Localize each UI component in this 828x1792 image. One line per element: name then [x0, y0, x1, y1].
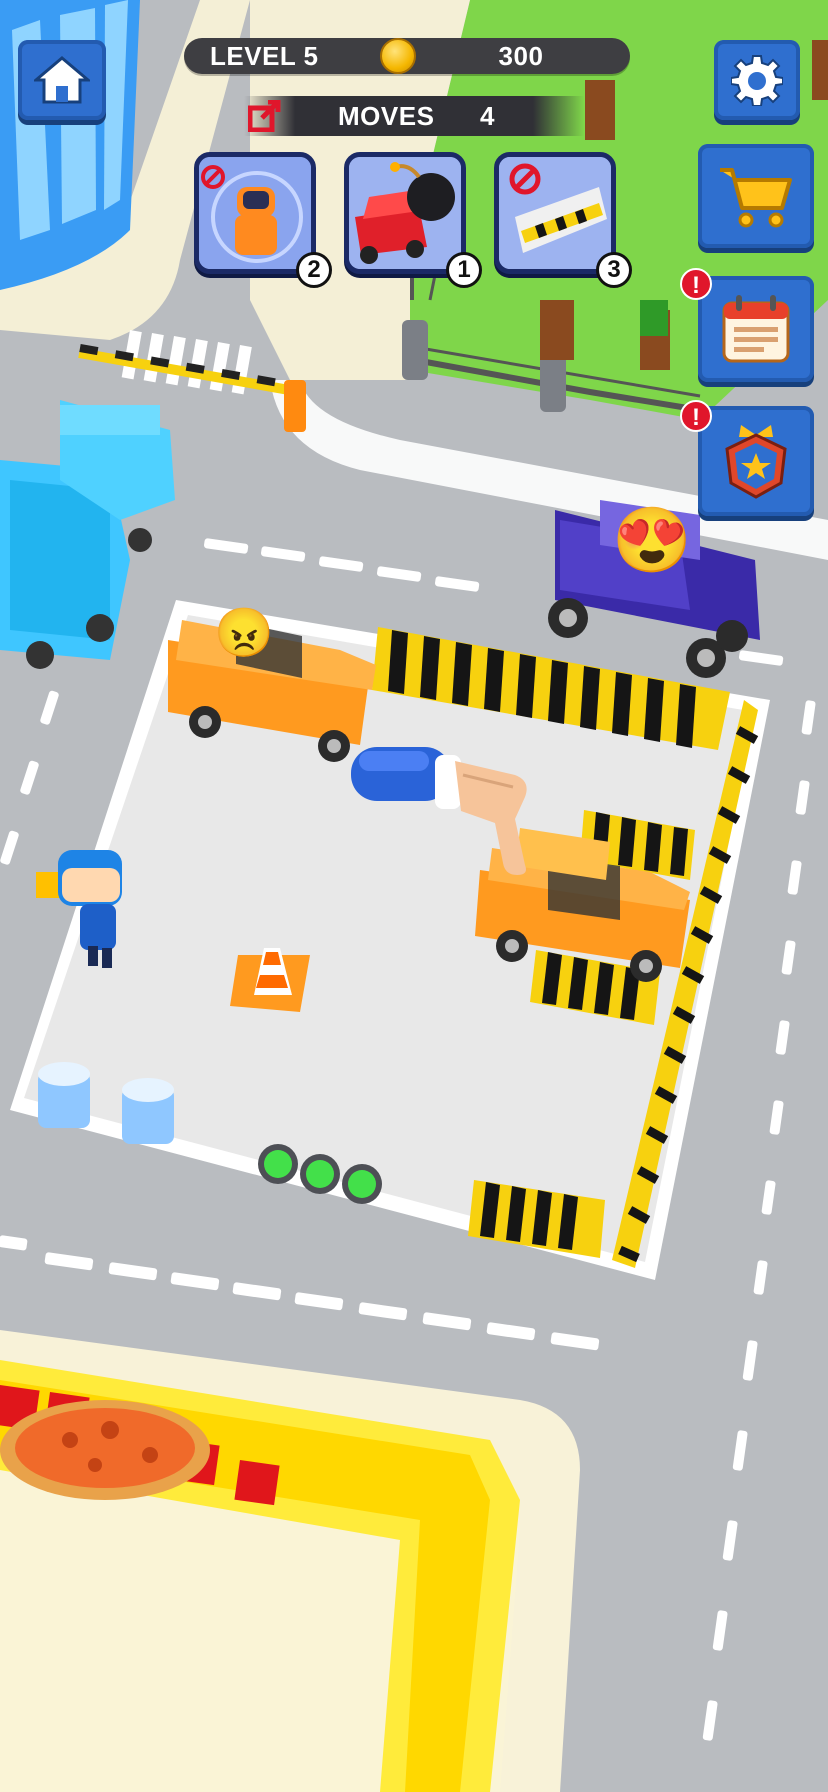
moves-bar: MOVES 4 — [244, 96, 584, 136]
no-barrier-icon — [499, 157, 611, 269]
coin-icon — [380, 38, 416, 74]
coin-count: 300 — [498, 41, 544, 71]
booster-bomb[interactable] — [344, 152, 466, 274]
rank-alert-badge: ! — [680, 400, 712, 432]
cart-icon — [720, 168, 792, 228]
moves-value: 4 — [480, 101, 495, 131]
booster-bomb-count: 1 — [446, 252, 482, 288]
booster-ghost-count: 2 — [296, 252, 332, 288]
shop-button[interactable] — [698, 144, 814, 248]
star-badge-icon — [725, 425, 787, 499]
game-scene: 😠 😍 LEVEL 5 300 MOVES 4 2 1 3 ! ! — [0, 0, 828, 1792]
calendar-button[interactable] — [698, 276, 814, 382]
moves-label: MOVES — [338, 101, 435, 131]
booster-barrier[interactable] — [494, 152, 616, 274]
exit-arrow-icon — [248, 100, 281, 132]
level-coin-bar: LEVEL 5 300 — [184, 38, 630, 74]
angry-emoji: 😠 — [214, 607, 274, 660]
booster-ghost[interactable] — [194, 152, 316, 274]
cyan-truck — [0, 400, 175, 669]
traffic-cone — [230, 948, 310, 1012]
road-dashes-left — [0, 690, 59, 865]
car-bomb-icon — [349, 157, 461, 269]
road-dashes-bottom — [0, 1235, 600, 1351]
home-icon — [34, 56, 90, 104]
level-label: LEVEL 5 — [210, 41, 319, 71]
astronaut-icon — [199, 157, 311, 269]
calendar-alert-badge: ! — [680, 268, 712, 300]
settings-button[interactable] — [714, 40, 800, 120]
love-emoji: 😍 — [612, 504, 692, 576]
calendar-icon — [722, 295, 790, 363]
booster-barrier-count: 3 — [596, 252, 632, 288]
home-button[interactable] — [18, 40, 106, 120]
rank-button[interactable] — [698, 406, 814, 516]
gear-icon — [731, 55, 783, 106]
tutorial-hand-pointer-icon — [351, 747, 527, 875]
